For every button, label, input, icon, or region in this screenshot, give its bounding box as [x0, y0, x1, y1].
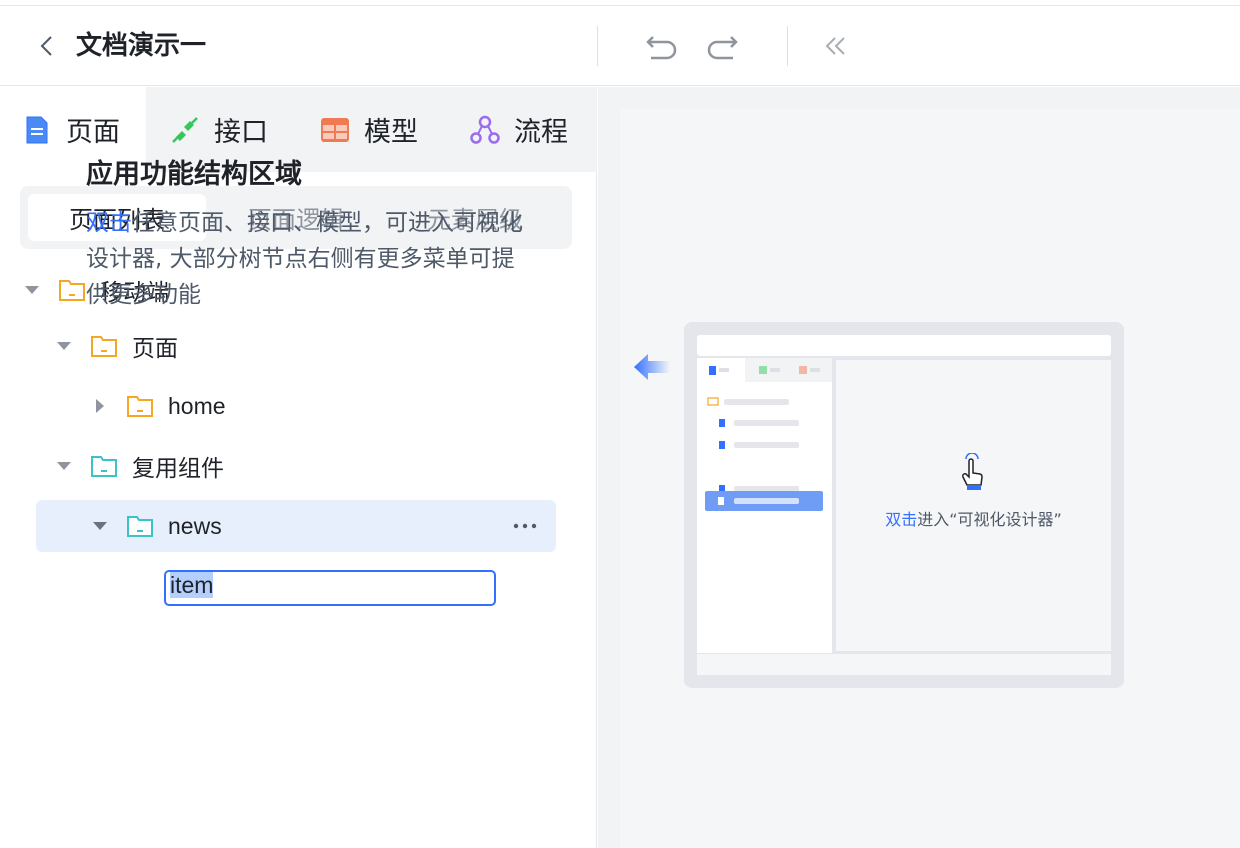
plug-icon: [170, 115, 200, 145]
page-icon: [22, 115, 52, 145]
folder-icon: [126, 394, 154, 418]
tab-pages-label: 页面: [66, 117, 120, 148]
tree-node-pages[interactable]: 页面: [54, 320, 178, 372]
tree-node-components[interactable]: 复用组件: [54, 440, 224, 492]
guide-title: 应用功能结构区域: [86, 159, 302, 190]
caret-right-icon[interactable]: [90, 396, 110, 416]
folder-icon: [90, 454, 118, 478]
tree-node-label: 页面: [132, 336, 178, 362]
header-divider-2: [787, 26, 788, 66]
tab-flows-label: 流程: [514, 117, 568, 148]
rename-input[interactable]: item: [164, 570, 496, 606]
guide-description-highlight: 双击: [86, 210, 132, 236]
double-chevron-left-icon: [825, 37, 845, 55]
header-divider: [597, 26, 598, 66]
tree-node-home[interactable]: home: [90, 380, 226, 432]
guide-illustration: 双击进入“可视化设计器”: [684, 322, 1124, 688]
illustration-selected-row: [705, 491, 823, 511]
folder-icon: [126, 514, 154, 538]
app-header: 文档演示一: [0, 6, 1240, 86]
folder-icon: [90, 334, 118, 358]
guide-description-text: 任意页面、接口、模型，可进入可视化设计器, 大部分树节点右侧有更多菜单可提供更多…: [86, 210, 523, 308]
arrow-left-icon: [632, 348, 672, 386]
caret-down-icon[interactable]: [22, 280, 42, 300]
rename-input-value: item: [170, 572, 214, 598]
redo-icon: [707, 36, 738, 60]
redo-button[interactable]: [702, 26, 742, 66]
folder-icon: [58, 278, 86, 302]
chevron-left-icon: [40, 36, 52, 56]
more-icon: [513, 523, 537, 529]
illustration-caption: 双击进入“可视化设计器”: [836, 506, 1111, 530]
tree-node-label: home: [168, 392, 226, 419]
table-icon: [320, 115, 350, 145]
guide-description: 双击任意页面、接口、模型，可进入可视化设计器, 大部分树节点右侧有更多菜单可提供…: [86, 205, 526, 313]
illustration-sidebar: [697, 358, 832, 653]
illustration-tabs: [697, 358, 832, 382]
tree-node-label: 复用组件: [132, 456, 224, 482]
tap-hand-icon: [962, 453, 983, 490]
caption-highlight: 双击: [885, 510, 918, 529]
illustration-top-bar: [697, 335, 1111, 356]
left-panel: 页面 接口 模型 流程 页面列表 页面逻辑 元素层级 移动端 页面 home 复…: [0, 87, 597, 848]
tree-node-label: news: [168, 512, 222, 539]
caret-down-icon[interactable]: [54, 456, 74, 476]
document-title: 文档演示一: [76, 31, 207, 61]
tab-models[interactable]: 模型: [320, 87, 450, 172]
illustration-bottom-bar: [697, 654, 1111, 675]
tree-node-news[interactable]: news: [90, 500, 222, 552]
caret-down-icon[interactable]: [54, 336, 74, 356]
undo-button[interactable]: [642, 26, 682, 66]
tab-interfaces-label: 接口: [214, 117, 268, 148]
back-button[interactable]: [36, 34, 58, 58]
illustration-canvas: 双击进入“可视化设计器”: [836, 360, 1111, 651]
tab-flows[interactable]: 流程: [470, 87, 597, 172]
caret-down-icon[interactable]: [90, 516, 110, 536]
undo-icon: [646, 36, 677, 60]
collapse-panel-button[interactable]: [816, 26, 856, 66]
caption-text: 进入“可视化设计器”: [917, 510, 1062, 529]
tab-models-label: 模型: [364, 117, 418, 148]
flow-icon: [470, 115, 500, 145]
more-menu-button[interactable]: [510, 515, 540, 537]
